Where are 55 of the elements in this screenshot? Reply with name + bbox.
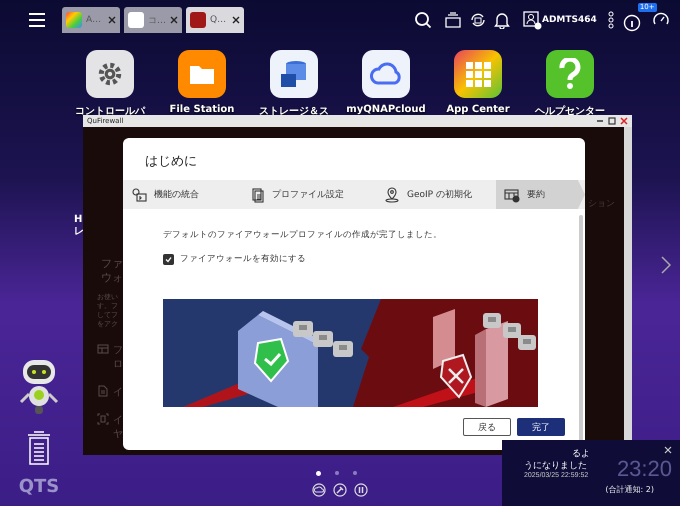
clock-text: 23:20 xyxy=(616,456,672,482)
app-icon[interactable] xyxy=(454,50,502,98)
notification-text: うになりました xyxy=(524,460,587,472)
app-icon[interactable] xyxy=(178,50,226,98)
app-icon[interactable] xyxy=(546,50,594,98)
scan-icon xyxy=(97,413,109,425)
wrench-icon[interactable] xyxy=(333,483,347,497)
back-button[interactable]: 戻る xyxy=(463,418,511,436)
cloud-icon xyxy=(369,62,403,86)
finish-button[interactable]: 完了 xyxy=(517,418,565,436)
page-dot[interactable] xyxy=(335,471,339,475)
app-label[interactable]: App Center xyxy=(446,104,510,115)
grid-icon xyxy=(97,343,109,355)
dialog-title: はじめに xyxy=(144,153,198,171)
notification-text: るよ xyxy=(571,448,590,460)
info-icon[interactable] xyxy=(622,13,642,33)
wizard-step[interactable]: プロファイル設定 xyxy=(241,180,376,209)
close-icon[interactable] xyxy=(108,16,116,24)
app-label[interactable]: ヘルプセンター xyxy=(535,104,605,118)
close-icon[interactable] xyxy=(170,16,178,24)
app-icon[interactable] xyxy=(362,50,410,98)
maximize-icon[interactable] xyxy=(608,117,616,125)
sidebar-heading: ファ xyxy=(100,257,124,271)
app-icon[interactable] xyxy=(86,50,134,98)
page-dot[interactable] xyxy=(316,471,321,476)
app-tab[interactable]: Q… xyxy=(186,7,244,33)
logo-text: QTS xyxy=(18,476,60,497)
document-icon xyxy=(97,385,109,397)
close-icon[interactable] xyxy=(232,16,240,24)
question-mark-icon xyxy=(557,58,583,90)
cloud-icon[interactable] xyxy=(312,483,326,497)
username[interactable]: ADMTS464 xyxy=(542,15,597,25)
app-label[interactable]: コントロールパ xyxy=(75,104,145,118)
app-icon[interactable] xyxy=(270,50,318,98)
sidebar-heading: ウォ xyxy=(100,271,124,285)
page-dot[interactable] xyxy=(353,471,357,475)
chevron-right-icon[interactable] xyxy=(661,256,671,274)
enable-checkbox[interactable]: ファイアウォールを有効にする xyxy=(163,253,585,265)
robot-icon[interactable] xyxy=(17,358,61,416)
widget-text: H xyxy=(74,214,84,226)
widget-text: レ xyxy=(74,226,84,238)
app-label[interactable]: myQNAPcloud xyxy=(346,104,426,115)
wizard-step[interactable]: GeoIP の初期化 xyxy=(376,180,496,209)
gears-icon xyxy=(131,186,147,202)
message-text: デフォルトのファイアウォールプロファイルの作成が完了しました。 xyxy=(163,229,443,241)
wizard-step[interactable]: 機能の統合 xyxy=(123,180,241,209)
notification-count: (合計通知: 2) xyxy=(605,484,654,495)
wizard-step[interactable]: 要約 xyxy=(496,180,585,209)
list-check-icon xyxy=(504,186,520,202)
app-label[interactable]: ストレージ＆ス xyxy=(259,104,329,118)
trash-icon[interactable] xyxy=(27,430,51,466)
pause-icon[interactable] xyxy=(354,483,368,497)
map-pin-icon xyxy=(384,186,400,202)
app-label[interactable]: File Station xyxy=(170,104,234,115)
checkbox[interactable] xyxy=(163,254,174,264)
